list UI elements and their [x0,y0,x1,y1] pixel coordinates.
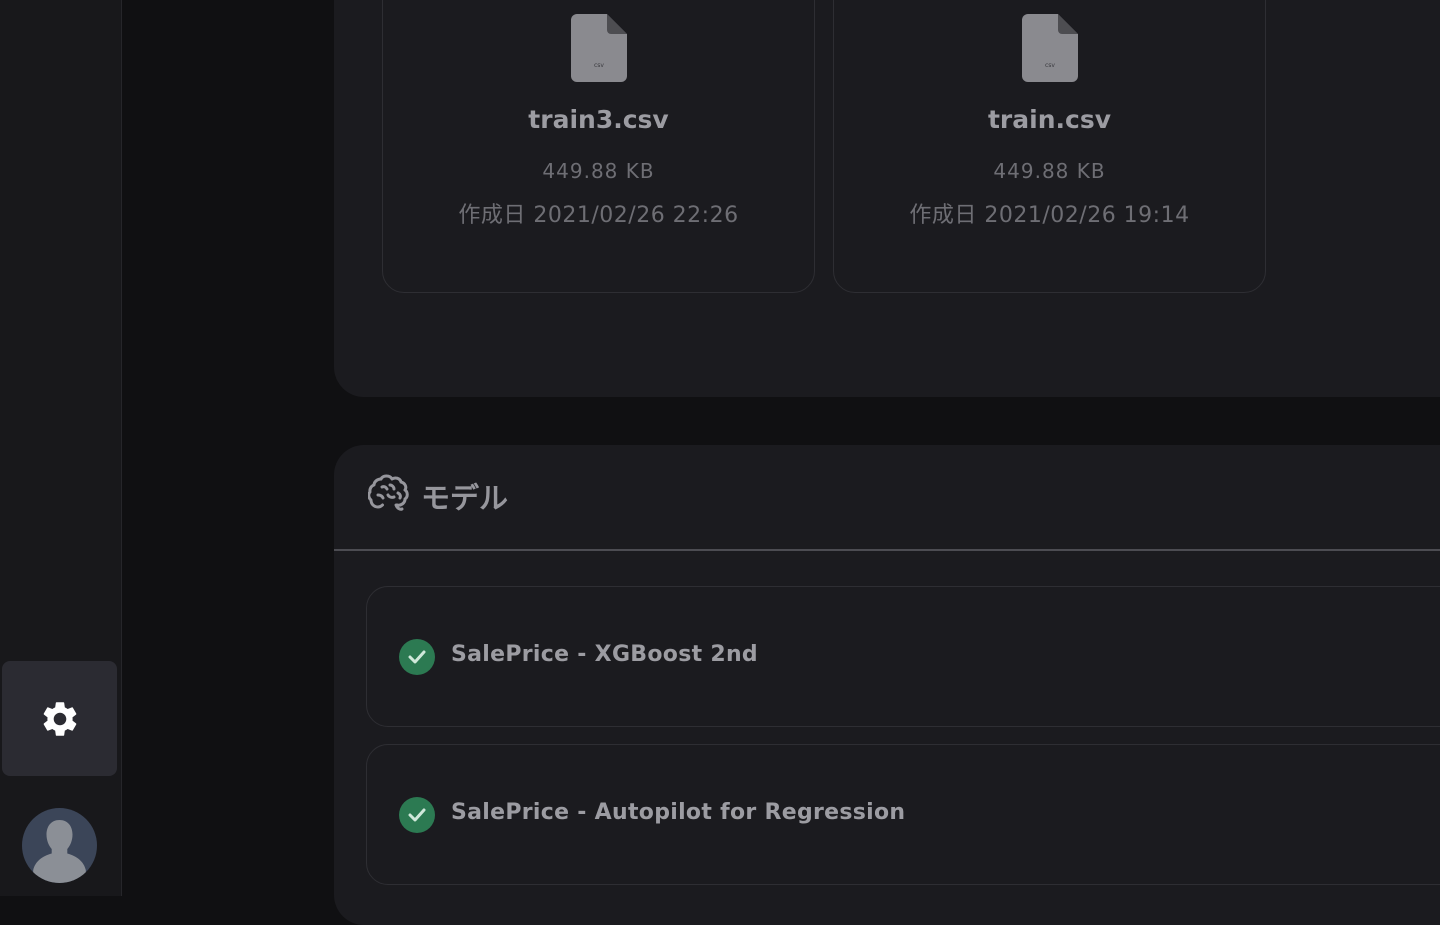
models-panel: モデル SalePrice - XGBoost 2nd SalePrice - … [334,445,1440,925]
check-circle-icon [399,639,435,675]
file-card[interactable]: csv train3.csv 449.88 KB 作成日 2021/02/26 … [382,0,815,293]
model-list-item[interactable]: SalePrice - Autopilot for Regression [366,744,1440,885]
file-created-date: 作成日 2021/02/26 19:14 [909,203,1190,228]
csv-file-icon: csv [1021,14,1078,82]
user-silhouette-icon [33,820,86,883]
content-gutter [122,0,334,896]
check-circle-icon [399,797,435,833]
gear-icon [43,701,76,736]
files-panel: csv train3.csv 449.88 KB 作成日 2021/02/26 … [334,0,1440,397]
file-card[interactable]: csv train.csv 449.88 KB 作成日 2021/02/26 1… [833,0,1266,293]
file-size: 449.88 KB [993,159,1106,183]
avatar[interactable] [22,808,97,883]
section-title: モデル [421,481,509,515]
brain-icon [368,474,409,511]
model-name: SalePrice - XGBoost 2nd [451,642,758,667]
file-name: train3.csv [528,105,669,134]
csv-file-icon: csv [570,14,627,82]
sidebar [0,0,122,896]
svg-text:csv: csv [594,62,604,69]
svg-text:csv: csv [1045,62,1055,69]
model-name: SalePrice - Autopilot for Regression [451,800,906,825]
file-created-date: 作成日 2021/02/26 22:26 [458,203,739,228]
settings-button[interactable] [2,661,117,776]
models-header: モデル [334,445,1440,551]
file-size: 449.88 KB [542,159,655,183]
file-name: train.csv [987,105,1111,134]
model-list-item[interactable]: SalePrice - XGBoost 2nd [366,586,1440,727]
